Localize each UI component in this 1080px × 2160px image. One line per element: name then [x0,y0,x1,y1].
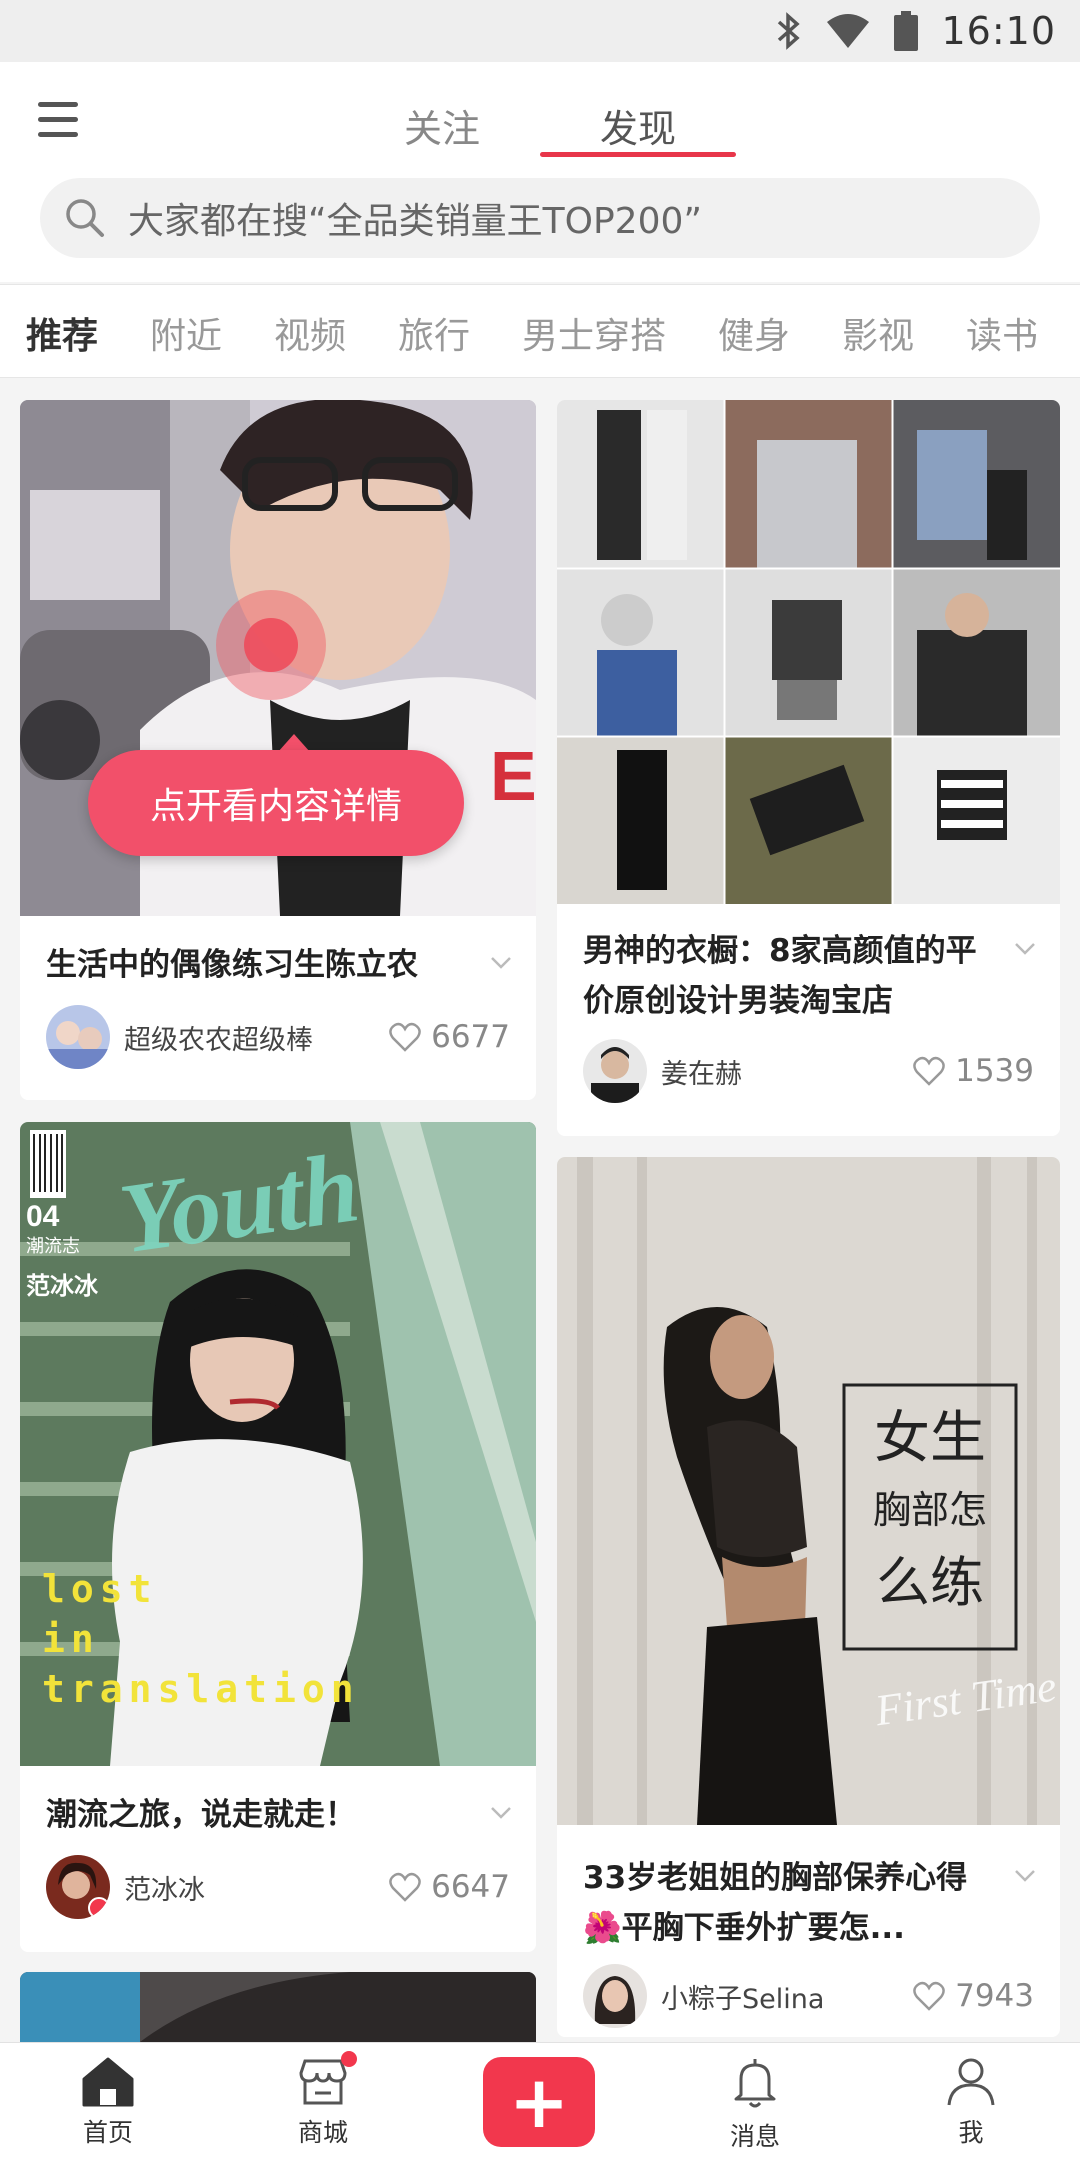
author-row[interactable]: 范冰冰 6647 [46,1854,510,1920]
avatar[interactable] [46,1005,110,1069]
category-bar: 推荐 附近 视频 旅行 男士穿搭 健身 影视 读书 [0,284,1080,378]
post-title[interactable]: 33岁老姐姐的胸部保养心得🌺平胸下垂外扩要怎... [583,1853,990,1953]
like-count-value: 7943 [955,1978,1034,2014]
profile-icon [947,2058,995,2106]
notification-dot [341,2051,357,2067]
bell-icon [734,2059,776,2108]
author-name[interactable]: 范冰冰 [124,1868,389,1907]
nav-label-home: 首页 [82,2118,133,2147]
post-image[interactable] [20,1972,536,2042]
image-text-line-3: 么练 [876,1551,984,1614]
post-card[interactable]: 04 潮流志 范冰冰 Youth lost in translation 潮流之… [20,1122,536,1952]
image-text-line-2: 胸部怎 [873,1488,987,1532]
wifi-icon [825,12,871,50]
chevron-down-icon[interactable] [1014,1869,1036,1883]
search-icon [66,199,104,237]
content-detail-tooltip[interactable]: 点开看内容详情 [88,750,464,856]
post-title[interactable]: 男神的衣橱：8家高颜值的平价原创设计男装淘宝店 [583,926,990,1026]
magazine-sub: 潮流志 [26,1236,80,1257]
author-row[interactable]: 小粽子Selina 7943 [583,1963,1034,2029]
post-card[interactable] [20,1972,536,2042]
avatar[interactable] [583,1964,647,2028]
svg-text:E: E [490,737,536,815]
post-title[interactable]: 生活中的偶像练习生陈立农 [46,940,466,990]
category-video[interactable]: 视频 [274,307,346,359]
nav-home[interactable]: 首页 [48,2055,168,2149]
avatar[interactable] [583,1039,647,1103]
like-count[interactable]: 7943 [913,1978,1034,2014]
search-input[interactable]: 大家都在搜“全品类销量王TOP200” [40,178,1040,258]
category-travel[interactable]: 旅行 [398,307,470,359]
verified-badge-icon [88,1897,110,1919]
add-post-button[interactable]: + [483,2057,595,2147]
bluetooth-icon [775,12,803,50]
like-count-value: 1539 [955,1053,1034,1089]
status-bar: 16:10 [0,0,1080,62]
like-count[interactable]: 1539 [913,1053,1034,1089]
tab-discover[interactable]: 发现 [600,98,676,153]
post-image[interactable]: 女生 胸部怎 么练 First Time [557,1157,1060,1825]
status-time: 16:10 [941,9,1056,53]
cover-line-3: translation [42,1667,360,1711]
category-menswear[interactable]: 男士穿搭 [522,307,666,359]
cover-name: 范冰冰 [26,1272,99,1300]
home-icon [82,2057,134,2107]
battery-icon [893,11,919,51]
heart-icon [913,1981,945,2011]
avatar[interactable] [46,1855,110,1919]
like-count-value: 6647 [431,1869,510,1905]
author-row[interactable]: 超级农农超级棒 6677 [46,1004,510,1070]
nav-label-profile: 我 [958,2118,984,2147]
cover-line-2: in [42,1617,100,1661]
heart-icon [389,1022,421,1052]
post-card[interactable]: 女生 胸部怎 么练 First Time 33岁老姐姐的胸部保养心得🌺平胸下垂外… [557,1157,1060,2037]
category-nearby[interactable]: 附近 [150,307,222,359]
chevron-down-icon[interactable] [490,956,512,970]
nav-messages[interactable]: 消息 [695,2055,815,2153]
author-name[interactable]: 小粽子Selina [661,1977,913,2016]
like-count[interactable]: 6677 [389,1019,510,1055]
post-card[interactable]: E 点开看内容详情 生活中的偶像练习生陈立农 超级农农超级棒 6677 [20,400,536,1100]
search-placeholder: 大家都在搜“全品类销量王TOP200” [128,201,703,242]
nav-mall[interactable]: 商城 [263,2051,383,2149]
top-header: 关注 发现 大家都在搜“全品类销量王TOP200” [0,62,1080,282]
nav-label-mall: 商城 [297,2118,348,2147]
tab-follow[interactable]: 关注 [404,98,480,153]
tap-hint-dot [244,618,298,672]
heart-icon [389,1872,421,1902]
post-image[interactable] [557,400,1060,904]
cover-line-1: lost [42,1567,158,1611]
bottom-nav: 首页 商城 + 消息 我 [0,2042,1080,2160]
magazine-issue: 04 [26,1200,60,1233]
post-title[interactable]: 潮流之旅，说走就走！ [46,1790,466,1840]
post-image[interactable]: 04 潮流志 范冰冰 Youth lost in translation [20,1122,536,1766]
active-tab-indicator [540,152,736,157]
chevron-down-icon[interactable] [1014,942,1036,956]
category-fitness[interactable]: 健身 [718,307,790,359]
menu-icon[interactable] [38,102,78,137]
author-row[interactable]: 姜在赫 1539 [583,1038,1034,1104]
category-recommend[interactable]: 推荐 [26,307,98,359]
author-name[interactable]: 超级农农超级棒 [124,1018,389,1057]
post-card[interactable]: 男神的衣橱：8家高颜值的平价原创设计男装淘宝店 姜在赫 1539 [557,400,1060,1136]
heart-icon [913,1056,945,1086]
nav-label-messages: 消息 [729,2122,780,2151]
category-reading[interactable]: 读书 [966,307,1038,359]
author-name[interactable]: 姜在赫 [661,1052,913,1091]
chevron-down-icon[interactable] [490,1806,512,1820]
like-count-value: 6677 [431,1019,510,1055]
like-count[interactable]: 6647 [389,1869,510,1905]
category-film[interactable]: 影视 [842,307,914,359]
image-text-line-1: 女生 [874,1406,986,1471]
nav-profile[interactable]: 我 [911,2055,1031,2149]
